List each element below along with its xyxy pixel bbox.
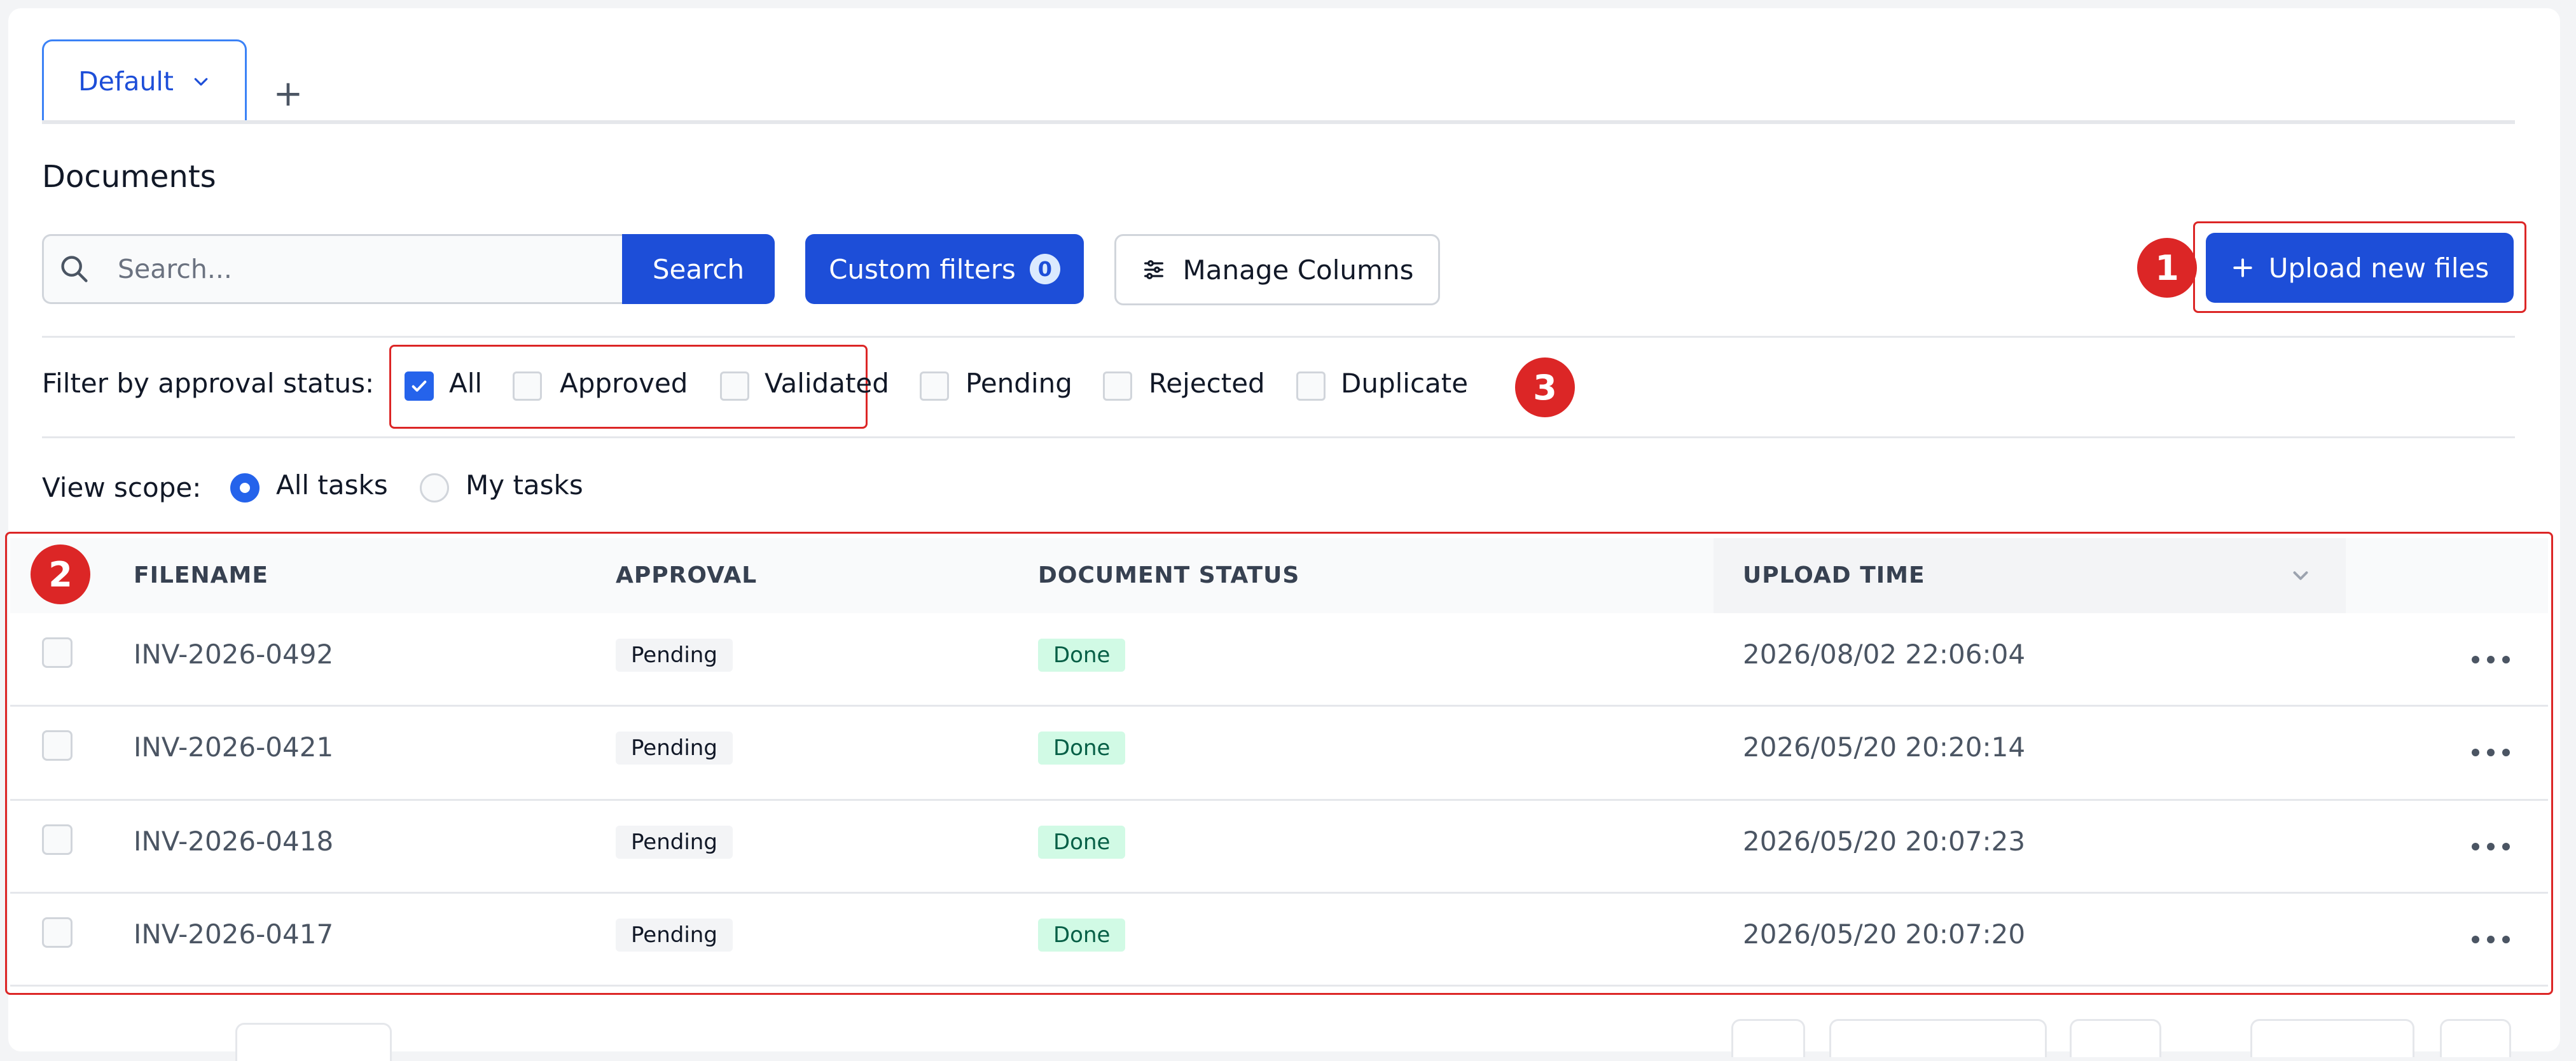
more-horizontal-icon[interactable]	[2472, 837, 2510, 856]
filter-duplicate-label: Duplicate	[1341, 368, 1469, 399]
filter-validated-label: Validated	[765, 368, 889, 399]
scope-my-tasks-radio[interactable]	[420, 473, 449, 503]
row-checkbox[interactable]	[42, 730, 73, 761]
search-box	[42, 234, 623, 304]
chevron-down-icon	[194, 78, 208, 86]
approval-badge: Pending	[616, 919, 733, 952]
row-filename[interactable]: INV-2026-0418	[134, 826, 333, 857]
approval-badge: Pending	[616, 639, 733, 672]
status-badge: Done	[1038, 919, 1126, 952]
custom-filters-count-badge: 0	[1029, 254, 1060, 284]
row-upload-time: 2026/05/20 20:20:14	[1743, 732, 2026, 763]
custom-filters-label: Custom filters	[829, 253, 1016, 285]
more-horizontal-icon[interactable]	[2472, 743, 2510, 762]
pagination-select[interactable]	[1829, 1019, 2047, 1057]
row-upload-time: 2026/05/20 20:07:20	[1743, 919, 2026, 950]
check-icon	[412, 380, 427, 392]
scope-all-tasks-radio[interactable]	[230, 473, 260, 503]
highlight-box-table	[5, 532, 2553, 995]
tab-default[interactable]: Default	[42, 39, 247, 121]
approval-badge: Pending	[616, 732, 733, 765]
row-divider	[10, 985, 2548, 987]
row-divider	[10, 892, 2548, 894]
status-badge: Done	[1038, 732, 1126, 765]
tab-default-label: Default	[78, 66, 174, 97]
filter-all-checkbox[interactable]	[405, 371, 434, 401]
pagination-next-button[interactable]	[2440, 1019, 2511, 1057]
pagination-jump[interactable]	[2250, 1019, 2414, 1057]
filter-duplicate-checkbox[interactable]	[1296, 371, 1326, 401]
custom-filters-button[interactable]: Custom filters 0	[805, 234, 1084, 304]
row-checkbox[interactable]	[42, 824, 73, 855]
filter-approved-checkbox[interactable]	[513, 371, 542, 401]
upload-label: Upload new files	[2268, 252, 2489, 284]
status-badge: Done	[1038, 639, 1126, 672]
marker-1: 1	[2137, 238, 2197, 298]
filter-validated-checkbox[interactable]	[720, 371, 749, 401]
filter-pending-label: Pending	[966, 368, 1072, 399]
row-checkbox[interactable]	[42, 917, 73, 948]
row-filename[interactable]: INV-2026-0492	[134, 639, 333, 670]
approval-badge: Pending	[616, 826, 733, 859]
row-divider	[10, 705, 2548, 707]
marker-2: 2	[31, 544, 90, 604]
search-input[interactable]	[116, 253, 602, 285]
tab-divider	[42, 120, 2515, 124]
scope-my-tasks-label: My tasks	[466, 469, 583, 501]
add-tab-button[interactable]: +	[266, 71, 310, 116]
divider-top	[42, 336, 2515, 338]
row-checkbox[interactable]	[42, 637, 73, 668]
row-divider	[10, 799, 2548, 801]
plus-icon	[2233, 258, 2252, 277]
more-horizontal-icon[interactable]	[2472, 930, 2510, 949]
filter-all-label: All	[449, 368, 483, 399]
filter-rejected-label: Rejected	[1149, 368, 1265, 399]
row-upload-time: 2026/08/02 22:06:04	[1743, 639, 2026, 670]
search-icon	[61, 256, 88, 282]
filter-rejected-checkbox[interactable]	[1103, 371, 1132, 401]
divider-mid	[42, 436, 2515, 438]
marker-3: 3	[1515, 357, 1575, 417]
row-filename[interactable]: INV-2026-0421	[134, 732, 333, 763]
pagination-current-page[interactable]	[2070, 1019, 2161, 1057]
approval-filter-label: Filter by approval status:	[42, 368, 375, 399]
manage-columns-label: Manage Columns	[1182, 254, 1414, 286]
filter-pending-checkbox[interactable]	[920, 371, 949, 401]
filter-approved-label: Approved	[560, 368, 688, 399]
scope-all-tasks-label: All tasks	[276, 469, 388, 501]
page-size-select[interactable]	[235, 1023, 392, 1061]
pagination-prev-button[interactable]	[1731, 1019, 1805, 1057]
view-scope-label: View scope:	[42, 472, 202, 503]
row-upload-time: 2026/05/20 20:07:23	[1743, 826, 2026, 857]
status-badge: Done	[1038, 826, 1126, 859]
page-title: Documents	[42, 159, 216, 195]
manage-columns-button[interactable]: Manage Columns	[1114, 234, 1440, 305]
row-filename[interactable]: INV-2026-0417	[134, 919, 333, 950]
search-button[interactable]: Search	[622, 234, 775, 304]
more-horizontal-icon[interactable]	[2472, 650, 2510, 669]
sliders-icon	[1144, 260, 1163, 279]
upload-new-files-button[interactable]: Upload new files	[2206, 233, 2514, 303]
